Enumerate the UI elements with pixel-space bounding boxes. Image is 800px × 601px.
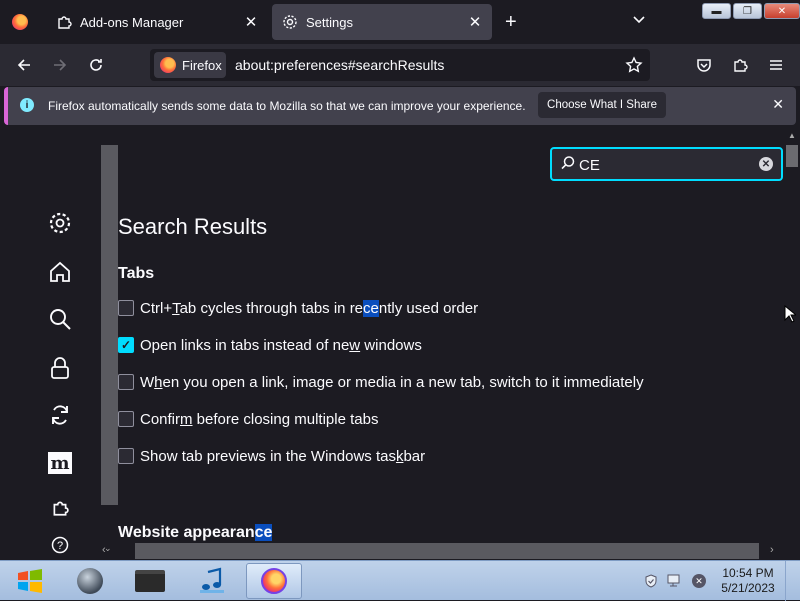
- mozilla-m-icon[interactable]: m: [47, 450, 73, 476]
- help-icon[interactable]: ?: [47, 532, 73, 558]
- scrollbar-thumb[interactable]: [786, 145, 798, 167]
- checkbox[interactable]: [118, 300, 134, 316]
- start-windows-icon[interactable]: [2, 563, 58, 599]
- page-title: Search Results: [118, 214, 268, 239]
- tab-settings[interactable]: Settings ✕: [272, 4, 492, 40]
- notification-text: Firefox automatically sends some data to…: [48, 99, 526, 113]
- checkbox-checked[interactable]: [118, 337, 134, 353]
- scroll-up-arrow-icon[interactable]: ▲: [788, 131, 796, 140]
- extensions-puzzle-icon[interactable]: [728, 53, 752, 77]
- window-close-button[interactable]: ✕: [764, 3, 800, 19]
- info-icon: i: [20, 98, 34, 112]
- section-heading-website-appearance: Website appearance: [118, 524, 273, 541]
- network-globe-icon[interactable]: [62, 563, 118, 599]
- clear-search-icon[interactable]: ✕: [759, 157, 773, 171]
- show-desktop-button[interactable]: [785, 561, 800, 601]
- clock-time: 10:54 PM: [722, 566, 774, 580]
- scrollbar-thumb[interactable]: [135, 543, 759, 559]
- option-ctrl-tab[interactable]: Ctrl+Tab cycles through tabs in recently…: [118, 298, 478, 318]
- general-gear-icon[interactable]: [47, 210, 73, 236]
- minimize-button[interactable]: ▬: [702, 3, 731, 19]
- close-icon[interactable]: ✕: [242, 13, 260, 31]
- clock-date: 5/21/2023: [721, 581, 775, 595]
- option-confirm-closing-tabs[interactable]: Confirm before closing multiple tabs: [118, 409, 378, 429]
- url-bar[interactable]: Firefox about:preferences#searchResults: [150, 49, 650, 81]
- svg-text:?: ?: [57, 540, 63, 552]
- mouse-cursor-icon: [784, 304, 798, 328]
- preferences-content: m ? ✕ Search Results Tabs Ctrl+Tab cycle…: [0, 127, 784, 559]
- checkbox[interactable]: [118, 374, 134, 390]
- shield-icon[interactable]: [643, 573, 659, 589]
- bookmark-star-icon[interactable]: [625, 56, 643, 79]
- firefox-view-icon[interactable]: [12, 14, 28, 30]
- scroll-right-arrow-icon[interactable]: ›: [770, 544, 774, 556]
- identity-box[interactable]: Firefox: [154, 52, 226, 78]
- vertical-scrollbar[interactable]: ▲: [784, 127, 800, 559]
- chevron-down-icon[interactable]: [632, 12, 646, 31]
- sync-icon[interactable]: [47, 402, 73, 428]
- scroll-down-arrow-icon[interactable]: ⌄: [104, 543, 112, 554]
- network-monitor-icon[interactable]: [667, 573, 683, 589]
- option-label: Ctrl+Tab cycles through tabs in recently…: [140, 299, 479, 317]
- back-arrow-icon[interactable]: [12, 53, 36, 77]
- search-icon[interactable]: [47, 306, 73, 332]
- search-icon: [561, 156, 575, 170]
- menu-hamburger-icon[interactable]: [764, 53, 788, 77]
- option-open-links-in-tabs[interactable]: Open links in tabs instead of new window…: [118, 335, 422, 355]
- option-switch-to-new-tab[interactable]: When you open a link, image or media in …: [118, 372, 644, 392]
- firefox-logo-icon: [160, 57, 176, 73]
- reload-icon[interactable]: [84, 53, 108, 77]
- preferences-search-box[interactable]: ✕: [550, 147, 783, 181]
- folder-icon[interactable]: [122, 563, 178, 599]
- tab-addons-manager[interactable]: Add-ons Manager ✕: [46, 4, 268, 40]
- search-input[interactable]: [579, 155, 749, 175]
- volume-muted-icon[interactable]: ✕: [691, 573, 707, 589]
- home-icon[interactable]: [47, 259, 73, 285]
- search-highlight: ce: [363, 299, 379, 317]
- windows-taskbar: ✕ 10:54 PM 5/21/2023: [0, 560, 800, 601]
- close-icon[interactable]: ✕: [466, 13, 484, 31]
- new-tab-plus-icon[interactable]: +: [505, 11, 517, 34]
- checkbox[interactable]: [118, 448, 134, 464]
- choose-what-i-share-button[interactable]: Choose What I Share: [538, 92, 666, 118]
- data-notification-bar: i Firefox automatically sends some data …: [4, 87, 796, 125]
- system-clock[interactable]: 10:54 PM 5/21/2023: [716, 566, 780, 596]
- option-label: Confirm before closing multiple tabs: [140, 410, 379, 428]
- puzzle-icon: [58, 16, 72, 29]
- tab-strip: Add-ons Manager ✕ Settings ✕ + ▬ ❐ ✕: [0, 0, 800, 44]
- nav-toolbar: Firefox about:preferences#searchResults: [0, 44, 800, 86]
- extensions-puzzle-icon[interactable]: [47, 495, 73, 521]
- lock-icon[interactable]: [47, 355, 73, 381]
- url-text[interactable]: about:preferences#searchResults: [235, 57, 444, 73]
- forward-arrow-icon[interactable]: [48, 53, 72, 77]
- gear-icon: [283, 15, 297, 29]
- identity-label: Firefox: [182, 57, 222, 73]
- search-highlight: ce: [254, 524, 273, 541]
- tab-label: Add-ons Manager: [80, 14, 184, 30]
- pocket-icon[interactable]: [692, 53, 716, 77]
- music-player-icon[interactable]: [184, 563, 240, 599]
- option-label: Open links in tabs instead of new window…: [140, 336, 422, 354]
- maximize-button[interactable]: ❐: [733, 3, 762, 19]
- tab-label: Settings: [306, 14, 353, 30]
- option-label: When you open a link, image or media in …: [140, 373, 644, 391]
- horizontal-scrollbar[interactable]: ‹ ›: [100, 543, 784, 559]
- sidebar-scrollbar[interactable]: [101, 145, 118, 505]
- close-icon[interactable]: ✕: [772, 96, 784, 113]
- option-label: Show tab previews in the Windows taskbar: [140, 447, 426, 465]
- option-tab-previews-taskbar[interactable]: Show tab previews in the Windows taskbar: [118, 446, 425, 466]
- checkbox[interactable]: [118, 411, 134, 427]
- section-heading-tabs: Tabs: [118, 265, 155, 282]
- taskbar-firefox-button[interactable]: [246, 563, 302, 599]
